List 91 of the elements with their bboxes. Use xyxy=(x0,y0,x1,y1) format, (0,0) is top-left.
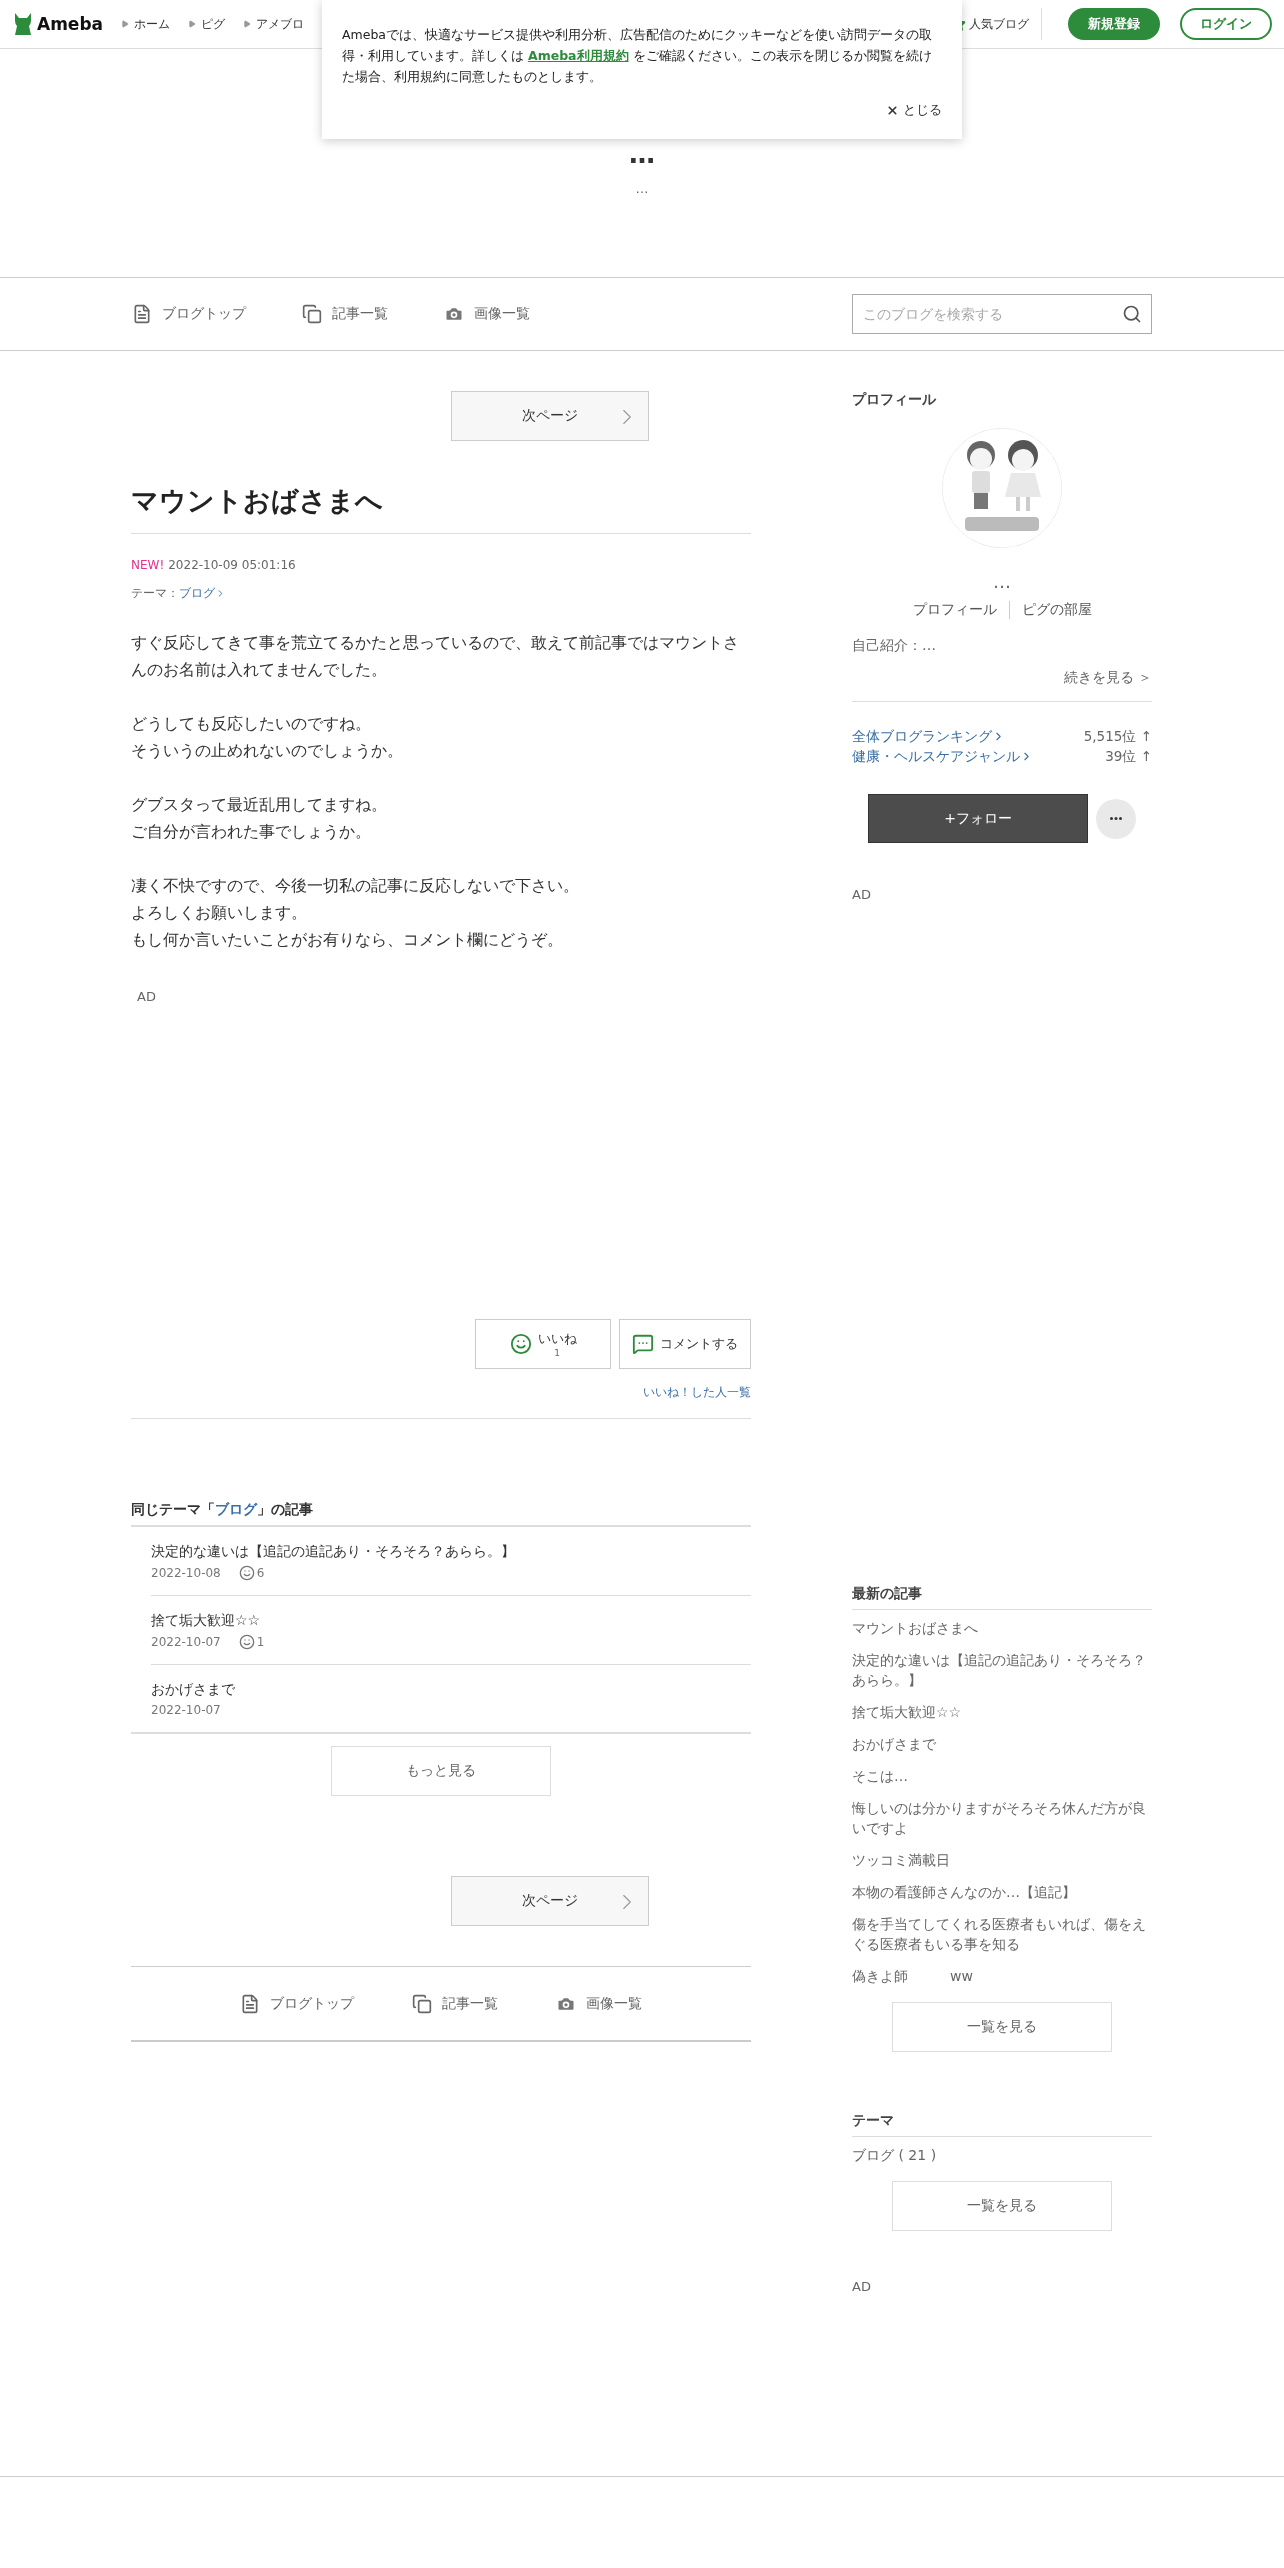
smile-icon xyxy=(509,1333,532,1355)
blog-nav-link[interactable]: 記事一覧 xyxy=(302,304,388,324)
cookie-notice-text: Amebaでは、快適なサービス提供や利用分析、広告配信のためにクッキーなどを使い訪問データの取得・利用しています。詳しくは Ameba利用規約 をご確認ください。この表示を閉じるか閲覧を続けた場合、利用規約に同意したものとします。 xyxy=(342,26,933,86)
terms-link[interactable]: Ameba利用規約 xyxy=(528,48,629,63)
latest-article-link[interactable]: 本物の看護師さんなのか…【追記】 xyxy=(852,1882,1152,1902)
latest-article-link[interactable]: おかげさまで xyxy=(852,1734,1152,1754)
triangle-icon xyxy=(188,20,197,28)
theme-link[interactable]: ブログ ( 21 ) xyxy=(852,2145,1152,2165)
read-more-link[interactable]: 続きを見る ＞ xyxy=(852,669,1152,702)
mascot-icon xyxy=(12,11,34,37)
view-all-button[interactable]: 一覧を見る xyxy=(892,2181,1112,2231)
ranking-link[interactable]: 健康・ヘルスケアジャンル xyxy=(852,746,1033,766)
profile-intro: 自己紹介：… xyxy=(852,637,937,655)
breadcrumb-link[interactable]: ピグ xyxy=(188,16,226,32)
blog-nav-link[interactable]: ブログトップ xyxy=(132,304,246,324)
article-text: どうしても反応したいのですね。 xyxy=(131,713,372,735)
speech-bubble-icon xyxy=(632,1333,654,1355)
article-text: もし何か言いたいことがお有りなら、コメント欄にどうぞ。 xyxy=(131,929,564,951)
article-text: ご自分が言われた事でしょうか。 xyxy=(131,821,372,843)
article-title: マウントおばさまへ xyxy=(131,483,751,534)
article-date: 2022-10-07 xyxy=(151,1703,221,1717)
ad-label: AD xyxy=(137,989,156,1004)
search-field[interactable]: このブログを検索する xyxy=(852,294,1152,334)
article-link[interactable]: 決定的な違いは【追記の追記あり・そろそろ？あらら。】 xyxy=(151,1543,751,1561)
profile-name: … xyxy=(992,573,1012,591)
latest-article-link[interactable]: 決定的な違いは【追記の追記あり・そろそろ？あらら。】 xyxy=(852,1650,1152,1690)
article-text: すぐ反応してきて事を荒立てるかたと思っているので、敢えて前記事ではマウントさんのお名前は入れてませんでした。 xyxy=(131,632,740,681)
ellipsis-icon xyxy=(1110,817,1122,820)
follow-button[interactable]: +フォロー xyxy=(868,794,1088,843)
profile-link[interactable]: プロフィール xyxy=(900,601,1009,619)
like-count: 1 xyxy=(256,1635,265,1649)
theme-link[interactable]: ブログ xyxy=(179,586,226,601)
breadcrumb-link[interactable]: アメブロ xyxy=(243,16,305,32)
latest-article-link[interactable]: ツッコミ満載日 xyxy=(852,1850,1152,1870)
article-link[interactable]: 捨て垢大歓迎☆☆ xyxy=(151,1612,751,1630)
close-icon xyxy=(886,103,899,117)
triangle-icon xyxy=(243,20,252,28)
smile-icon xyxy=(238,1565,255,1581)
article-date: 2022-10-07 xyxy=(151,1635,221,1649)
themes-heading: テーマ xyxy=(852,2112,1152,2137)
blog-nav-link[interactable]: 記事一覧 xyxy=(412,1993,498,2014)
document-icon xyxy=(240,1993,260,2014)
same-theme-heading: 同じテーマ「ブログ」の記事 xyxy=(131,1501,751,1527)
new-label: NEW! xyxy=(131,558,165,572)
profile-link[interactable]: ピグの部屋 xyxy=(1008,601,1104,619)
blog-nav-link[interactable]: 画像一覧 xyxy=(556,1993,642,2014)
view-all-button[interactable]: 一覧を見る xyxy=(892,2002,1112,2052)
latest-article-link[interactable]: 偽きよ師 ww xyxy=(852,1966,1152,1986)
latest-article-link[interactable]: 悔しいのは分かりますがそろそろ休んだ方が良いですよ xyxy=(852,1798,1152,1838)
article-link[interactable]: おかげさまで xyxy=(151,1681,751,1699)
comment-button[interactable]: コメントする xyxy=(619,1319,751,1369)
like-count: 6 xyxy=(256,1566,265,1580)
profile-heading: プロフィール xyxy=(852,391,937,409)
login-button[interactable]: ログイン xyxy=(1180,8,1272,40)
latest-articles-heading: 最新の記事 xyxy=(852,1585,1152,1610)
ranking-value: 39位 ↑ xyxy=(1105,747,1152,766)
ad-label: AD xyxy=(852,887,872,902)
ameba-logo[interactable]: Ameba xyxy=(12,11,104,37)
copy-icon xyxy=(302,304,322,324)
blog-title: … xyxy=(629,141,655,167)
document-icon xyxy=(132,304,152,324)
ranking-value: 5,515位 ↑ xyxy=(1083,727,1152,746)
article-text: グブスタって最近乱用してますね。 xyxy=(131,794,388,816)
article-text: そういうの止めれないのでしょうか。 xyxy=(131,740,404,762)
smile-icon xyxy=(238,1634,255,1650)
blog-nav-link[interactable]: 画像一覧 xyxy=(444,304,530,324)
search-icon[interactable] xyxy=(1122,304,1142,324)
blog-nav-link[interactable]: ブログトップ xyxy=(240,1993,354,2014)
breadcrumb-link[interactable]: ホーム xyxy=(121,16,171,32)
article-date: 2022-10-09 05:01:16 xyxy=(168,558,296,572)
close-button[interactable]: とじる xyxy=(886,101,942,119)
latest-article-link[interactable]: マウントおばさまへ xyxy=(852,1618,1152,1638)
next-page-button[interactable]: 次ページ xyxy=(451,391,649,441)
like-button[interactable]: いいね 1 xyxy=(475,1319,611,1369)
article-text: よろしくお願いします。 xyxy=(131,902,308,924)
ranking-link[interactable]: 全体ブログランキング xyxy=(852,726,1005,746)
ad-label: AD xyxy=(852,2279,872,2294)
blog-description: … xyxy=(635,181,649,196)
more-button[interactable]: もっと見る xyxy=(331,1746,551,1796)
triangle-icon xyxy=(121,20,130,28)
article-text: 凄く不快ですので、今後一切私の記事に反応しないで下さい。 xyxy=(131,875,580,897)
copy-icon xyxy=(412,1993,432,2014)
next-page-button[interactable]: 次ページ xyxy=(451,1876,649,1926)
latest-article-link[interactable]: そこは… xyxy=(852,1766,1152,1786)
article-date: 2022-10-08 xyxy=(151,1566,221,1580)
theme-label: テーマ： xyxy=(131,586,179,601)
theme-link[interactable]: ブログ xyxy=(215,1501,257,1519)
latest-article-link[interactable]: 傷を手当てしてくれる医療者もいれば、傷をえぐる医療者もいる事を知る xyxy=(852,1914,1152,1954)
liked-users-link[interactable]: いいね！した人一覧 xyxy=(131,1385,751,1419)
signup-button[interactable]: 新規登録 xyxy=(1068,8,1160,40)
latest-article-link[interactable]: 捨て垢大歓迎☆☆ xyxy=(852,1702,1152,1722)
